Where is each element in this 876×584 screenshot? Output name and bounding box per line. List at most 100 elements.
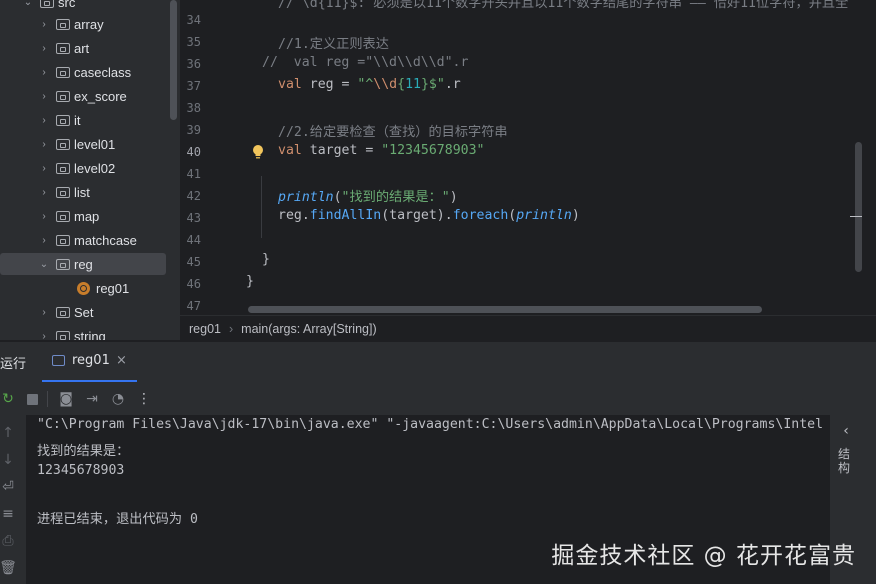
line-number: 42 [186,189,201,203]
scala-object-icon [77,281,90,295]
tree-item-string[interactable]: › string [0,325,166,340]
tree-item-label: art [74,40,90,56]
soft-wrap-icon[interactable]: ⏎ [0,479,16,495]
tree-item-label: reg [74,256,93,272]
chevron-right-icon[interactable]: › [38,42,50,54]
chevron-right-icon[interactable]: › [38,186,50,198]
breadcrumb: reg01 › main(args: Array[String]) [180,315,876,341]
watermark: 掘金技术社区 @ 花开花富贵 [551,543,856,569]
close-icon[interactable]: × [116,353,127,368]
package-icon [56,18,70,30]
print-icon[interactable]: ⎙ [0,533,16,549]
line-number: 38 [186,101,201,115]
tree-item-set[interactable]: › Set [0,301,166,323]
code-line: // val reg ="\\d\\d\\d".r [262,55,469,70]
lightbulb-icon[interactable] [252,144,264,160]
code-line: // \d{11}$: 必须是以11个数字开头并且以11个数字结尾的字符串 ——… [278,0,849,11]
chevron-right-icon[interactable]: › [38,330,50,341]
chevron-left-icon[interactable]: ‹ [838,423,854,439]
code-line: val reg = "^\\d{11}$".r [278,77,461,92]
arrow-down-icon[interactable]: ↓ [0,452,16,468]
breadcrumb-method[interactable]: main(args: Array[String]) [241,322,376,336]
folder-icon [40,0,54,8]
tree-item-label: it [74,112,81,128]
code-line: println("找到的结果是：") [278,190,458,205]
line-number: 46 [186,277,201,291]
more-icon[interactable]: ⋮ [136,391,152,407]
console-line: 进程已结束，退出代码为 0 [37,512,198,527]
tree-item-art[interactable]: › art [0,37,166,59]
tree-item-label: caseclass [74,64,132,80]
package-icon [56,114,70,126]
console-icon [52,355,65,366]
package-icon [56,66,70,78]
code-editor[interactable]: 34 35 36 37 38 39 40 41 42 43 44 45 46 47 // \d{11}$: … [180,0,876,315]
tree-item-reg[interactable]: ⌄ reg [0,253,166,275]
line-number: 41 [186,167,201,181]
tree-item-label: src [58,0,76,10]
package-icon [56,330,70,340]
tree-item-src[interactable]: ⌄ src [0,0,166,13]
tree-item-label: string [74,328,106,341]
package-icon [56,258,70,270]
run-tool-header: 运行 reg01 × [0,341,876,383]
trash-icon[interactable]: 🗑 [0,560,17,576]
line-number: 43 [186,211,201,225]
tree-item-label: reg01 [96,280,130,296]
package-icon [56,186,70,198]
chevron-down-icon[interactable]: ⌄ [38,258,50,270]
scroll-end-icon[interactable]: ≡ [0,506,16,522]
rerun-icon[interactable]: ↻ [0,391,16,407]
tree-item-ex_score[interactable]: › ex_score [0,85,166,107]
line-number: 39 [186,123,201,137]
console-line: 找到的结果是： [37,444,130,459]
tab-reg01[interactable]: reg01 × [42,342,137,382]
run-side-toolbar: ↑ ↓ ⏎ ≡ ⎙ 🗑 [0,415,26,584]
gauge-icon[interactable]: ◔ [110,391,126,407]
tree-item-caseclass[interactable]: › caseclass [0,61,166,83]
line-number: 35 [186,35,201,49]
tree-item-reg01[interactable]: reg01 [0,277,166,299]
tree-item-level01[interactable]: › level01 [0,133,166,155]
code-line: } [246,274,254,289]
tree-item-array[interactable]: › array [0,13,166,35]
tree-item-list[interactable]: › list [0,181,166,203]
tree-item-label: ex_score [74,88,127,104]
chevron-right-icon[interactable]: › [38,114,50,126]
chevron-right-icon[interactable]: › [38,210,50,222]
breadcrumb-separator: › [228,321,234,336]
chevron-right-icon[interactable]: › [38,90,50,102]
chevron-right-icon[interactable]: › [38,162,50,174]
line-number: 40 [186,145,201,159]
chevron-right-icon[interactable]: › [38,138,50,150]
editor-vertical-scrollbar[interactable] [855,142,862,272]
package-icon [56,234,70,246]
stop-icon[interactable] [24,391,40,407]
package-icon [56,162,70,174]
arrow-up-icon[interactable]: ↑ [0,425,16,441]
chevron-right-icon[interactable]: › [38,306,50,318]
run-title: 运行 [0,357,27,372]
chevron-right-icon[interactable]: › [38,234,50,246]
camera-icon[interactable]: ◙ [58,391,74,407]
exit-icon[interactable]: ⇥ [84,391,100,407]
breadcrumb-object[interactable]: reg01 [189,322,221,336]
code-line: } [262,252,270,267]
tree-item-it[interactable]: › it [0,109,166,131]
tree-item-map[interactable]: › map [0,205,166,227]
tree-item-label: matchcase [74,232,137,248]
line-number: 34 [186,13,201,27]
chevron-down-icon[interactable]: ⌄ [22,0,34,8]
editor-horizontal-scrollbar[interactable] [248,306,762,313]
package-icon [56,138,70,150]
chevron-right-icon[interactable]: › [38,66,50,78]
structure-label[interactable]: 结构 [838,447,852,475]
tree-item-level02[interactable]: › level02 [0,157,166,179]
code-line: //1.定义正则表达 [278,37,389,52]
tree-item-label: list [74,184,90,200]
tree-scrollbar[interactable] [170,0,177,120]
tree-item-matchcase[interactable]: › matchcase [0,229,166,251]
console-line: "C:\Program Files\Java\jdk-17\bin\java.e… [37,417,824,432]
chevron-right-icon[interactable]: › [38,18,50,30]
line-number: 37 [186,79,201,93]
